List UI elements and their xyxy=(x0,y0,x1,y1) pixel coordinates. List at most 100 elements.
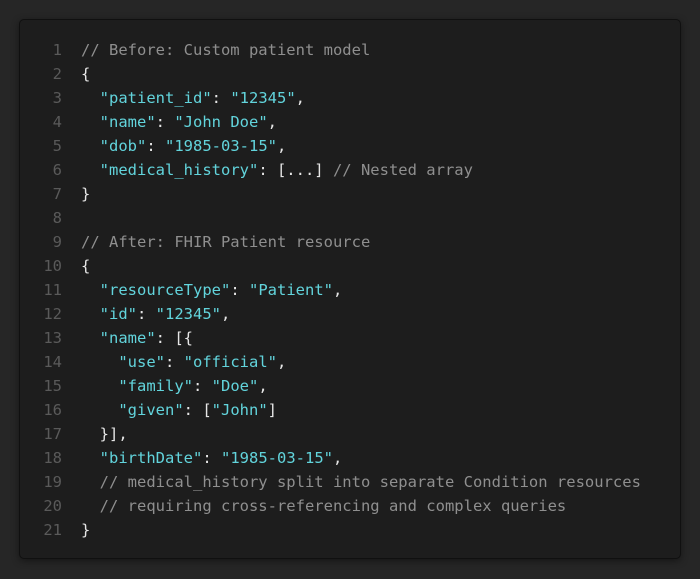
code-punctuation: : xyxy=(202,449,221,467)
line-number: 2 xyxy=(52,65,62,83)
json-string: "1985-03-15" xyxy=(221,449,333,467)
line-text: { xyxy=(62,254,90,278)
line-text: // Before: Custom patient model xyxy=(62,38,370,62)
json-key: "medical_history" xyxy=(99,161,259,179)
line-number: 14 xyxy=(43,353,62,371)
line-text: "use": "official", xyxy=(62,350,286,374)
line-number: 18 xyxy=(43,449,62,467)
json-string: "John" xyxy=(211,401,268,419)
code-punctuation: , xyxy=(221,305,231,323)
json-key: "birthDate" xyxy=(99,449,203,467)
line-number: 7 xyxy=(52,185,62,203)
line-number: 4 xyxy=(52,113,62,131)
line-number: 12 xyxy=(43,305,62,323)
code-punctuation: : [...] xyxy=(258,161,333,179)
line-text: { xyxy=(62,62,90,86)
code-line: 2{ xyxy=(20,62,641,86)
code-punctuation: : xyxy=(192,377,212,395)
code-line: 16 "given": ["John"] xyxy=(20,398,641,422)
line-text: } xyxy=(62,518,90,542)
code-line: 14 "use": "official", xyxy=(20,350,641,374)
code-punctuation: ] xyxy=(267,401,277,419)
line-number: 5 xyxy=(52,137,62,155)
code-punctuation xyxy=(81,161,100,179)
line-text: "family": "Doe", xyxy=(62,374,268,398)
code-line: 13 "name": [{ xyxy=(20,326,641,350)
code-punctuation xyxy=(81,449,100,467)
code-punctuation: : [{ xyxy=(155,329,193,347)
json-key: "resourceType" xyxy=(99,281,231,299)
code-punctuation: } xyxy=(81,185,91,203)
code-punctuation xyxy=(81,353,118,371)
code-punctuation: , xyxy=(267,113,278,131)
code-punctuation: } xyxy=(81,521,91,539)
code-punctuation: , xyxy=(295,89,305,107)
code-line: 7} xyxy=(20,182,641,206)
code-comment: // Nested array xyxy=(332,161,473,179)
line-text: "patient_id": "12345", xyxy=(62,86,305,110)
code-punctuation: , xyxy=(332,449,343,467)
code-punctuation: : xyxy=(211,89,231,107)
json-key: "use" xyxy=(118,353,165,371)
line-text: // medical_history split into separate C… xyxy=(62,470,641,494)
code-punctuation: : xyxy=(137,305,156,323)
code-punctuation: , xyxy=(277,137,287,155)
code-line: 9 // After: FHIR Patient resource xyxy=(20,230,641,254)
code-punctuation: : [ xyxy=(183,401,212,419)
code-punctuation xyxy=(81,329,100,347)
code-punctuation: : xyxy=(146,137,166,155)
json-string: "1985-03-15" xyxy=(165,137,277,155)
code-line: 3 "patient_id": "12345", xyxy=(20,86,641,110)
line-number: 1 xyxy=(52,41,62,59)
code-punctuation: : xyxy=(155,113,175,131)
code-block: 1// Before: Custom patient model 2{3 "pat… xyxy=(19,19,681,559)
line-number: 9 xyxy=(52,233,62,251)
code-line: 10 { xyxy=(20,254,641,278)
code-punctuation: { xyxy=(81,65,91,83)
line-number: 11 xyxy=(43,281,62,299)
line-number: 13 xyxy=(43,329,62,347)
code-body: 1// Before: Custom patient model 2{3 "pat… xyxy=(20,38,641,542)
code-line: 17 }], xyxy=(20,422,641,446)
line-number: 8 xyxy=(52,209,62,227)
code-punctuation xyxy=(81,89,100,107)
code-punctuation xyxy=(81,137,100,155)
line-number: 10 xyxy=(43,257,62,275)
line-text xyxy=(62,206,81,230)
json-string: "12345" xyxy=(155,305,221,323)
code-punctuation: : xyxy=(230,281,249,299)
line-number: 21 xyxy=(43,521,62,539)
code-punctuation xyxy=(81,401,118,419)
line-text: "name": "John Doe", xyxy=(62,110,277,134)
code-punctuation: { xyxy=(81,257,91,275)
code-punctuation xyxy=(81,305,100,323)
json-key: "name" xyxy=(99,113,156,131)
code-line: 6 "medical_history": [...] // Nested arr… xyxy=(20,158,641,182)
code-line: 11 "resourceType": "Patient", xyxy=(20,278,641,302)
code-line: 8 xyxy=(20,206,641,230)
json-key: "id" xyxy=(99,305,137,323)
json-string: "Patient" xyxy=(249,281,333,299)
line-number: 3 xyxy=(52,89,62,107)
json-string: "John Doe" xyxy=(174,113,268,131)
code-comment: // medical_history split into separate C… xyxy=(99,473,641,491)
line-number: 20 xyxy=(43,497,62,515)
code-punctuation: }], xyxy=(81,425,128,443)
line-number: 6 xyxy=(52,161,62,179)
line-text: // requiring cross-referencing and compl… xyxy=(62,494,567,518)
line-text: "given": ["John"] xyxy=(62,398,277,422)
code-line: 15 "family": "Doe", xyxy=(20,374,641,398)
code-punctuation xyxy=(81,473,100,491)
code-line: 1 // Before: Custom patient model xyxy=(20,38,641,62)
line-number: 16 xyxy=(43,401,62,419)
json-key: "patient_id" xyxy=(99,89,212,107)
line-text: "medical_history": [...] // Nested array xyxy=(62,158,473,182)
code-line: 4 "name": "John Doe", xyxy=(20,110,641,134)
code-punctuation: , xyxy=(258,377,268,395)
line-text: "id": "12345", xyxy=(62,302,231,326)
json-string: "Doe" xyxy=(211,377,259,395)
line-text: "birthDate": "1985-03-15", xyxy=(62,446,343,470)
line-number: 19 xyxy=(43,473,62,491)
code-punctuation xyxy=(81,497,100,515)
code-punctuation xyxy=(81,281,100,299)
